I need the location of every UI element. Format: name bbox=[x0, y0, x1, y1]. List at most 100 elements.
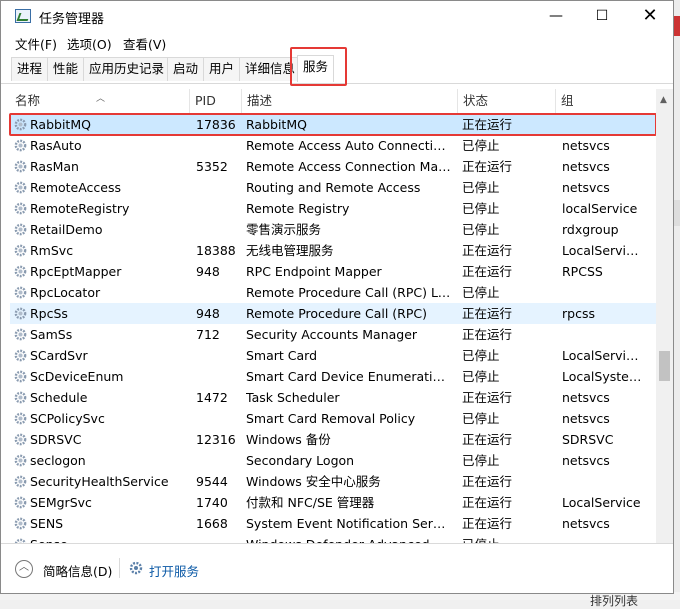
table-row[interactable]: RasMan 5352 Remote Access Connection Man..… bbox=[10, 156, 658, 177]
service-name: RpcEptMapper bbox=[14, 261, 189, 282]
title-bar[interactable]: 任务管理器 — ☐ ✕ bbox=[1, 1, 673, 31]
column-description[interactable]: 描述 bbox=[242, 89, 458, 113]
table-row[interactable]: RpcSs 948 Remote Procedure Call (RPC) 正在运行 r… bbox=[10, 303, 658, 324]
background-window-text: 排列列表 bbox=[590, 594, 639, 608]
table-row[interactable]: SDRSVC 12316 Windows 备份 正在运行 SDRSVC bbox=[10, 429, 658, 450]
service-status: 已停止 bbox=[462, 369, 500, 384]
table-row[interactable]: ScDeviceEnum Smart Card Device Enumeratio… bbox=[10, 366, 658, 387]
service-gear-icon bbox=[14, 285, 30, 300]
service-status: 正在运行 bbox=[462, 495, 513, 510]
service-pid bbox=[196, 177, 244, 198]
service-name: SecurityHealthService bbox=[14, 471, 189, 492]
service-name: SEMgrSvc bbox=[14, 492, 189, 513]
table-row[interactable]: RemoteRegistry Remote Registry 已停止 localSer… bbox=[10, 198, 658, 219]
table-row[interactable]: SEMgrSvc 1740 付款和 NFC/SE 管理器 正在运行 LocalServi… bbox=[10, 492, 658, 513]
tab-startup[interactable]: 启动 bbox=[167, 57, 205, 81]
table-row[interactable]: seclogon Secondary Logon 已停止 netsvcs bbox=[10, 450, 658, 471]
table-row[interactable]: RmSvc 18388 无线电管理服务 正在运行 LocalService... bbox=[10, 240, 658, 261]
footer-separator bbox=[119, 558, 120, 578]
tab-users[interactable]: 用户 bbox=[203, 57, 241, 81]
table-row[interactable]: SecurityHealthService 9544 Windows 安全中心服务 正… bbox=[10, 471, 658, 492]
service-name-text: RmSvc bbox=[30, 243, 74, 258]
minimize-button[interactable]: — bbox=[533, 1, 579, 31]
service-status: 正在运行 bbox=[462, 327, 513, 342]
table-row[interactable]: SENS 1668 System Event Notification Servic… bbox=[10, 513, 658, 534]
service-pid: 12316 bbox=[196, 432, 236, 447]
service-gear-icon bbox=[14, 390, 30, 405]
column-pid[interactable]: PID bbox=[190, 89, 242, 113]
service-group: rpcss bbox=[562, 306, 595, 321]
service-name: RetailDemo bbox=[14, 219, 189, 240]
service-name: SCardSvr bbox=[14, 345, 189, 366]
service-pid: 1740 bbox=[196, 495, 228, 510]
service-name-text: RpcSs bbox=[30, 306, 68, 321]
footer-bar: ︿ 简略信息(D) 打开服务 bbox=[1, 543, 673, 593]
service-gear-icon bbox=[14, 264, 30, 279]
service-name: SamSs bbox=[14, 324, 189, 345]
service-name: Schedule bbox=[14, 387, 189, 408]
service-status: 正在运行 bbox=[462, 306, 513, 321]
table-row[interactable]: RpcEptMapper 948 RPC Endpoint Mapper 正在运行 RP… bbox=[10, 261, 658, 282]
table-row[interactable]: Schedule 1472 Task Scheduler 正在运行 netsvcs bbox=[10, 387, 658, 408]
service-name-text: SENS bbox=[30, 516, 64, 531]
service-name-text: SecurityHealthService bbox=[30, 474, 169, 489]
service-name: RmSvc bbox=[14, 240, 189, 261]
scroll-up-icon[interactable]: ▲ bbox=[660, 95, 667, 105]
close-button[interactable]: ✕ bbox=[627, 1, 673, 31]
service-status: 正在运行 bbox=[462, 474, 513, 489]
menu-file[interactable]: 文件(F) bbox=[15, 34, 57, 53]
service-description: Secondary Logon bbox=[246, 453, 355, 468]
column-name[interactable]: 名称 ︿ bbox=[10, 89, 190, 113]
service-group: netsvcs bbox=[562, 516, 610, 531]
table-row[interactable]: SCardSvr Smart Card 已停止 LocalService... bbox=[10, 345, 658, 366]
service-status: 正在运行 bbox=[462, 243, 513, 258]
vertical-scrollbar[interactable]: ▲ bbox=[656, 89, 673, 543]
maximize-button[interactable]: ☐ bbox=[579, 1, 625, 31]
service-gear-icon bbox=[14, 348, 30, 363]
tab-performance[interactable]: 性能 bbox=[47, 57, 85, 81]
column-group[interactable]: 组 bbox=[556, 89, 658, 113]
service-gear-icon bbox=[14, 222, 30, 237]
service-group bbox=[562, 282, 642, 303]
open-services-link[interactable]: 打开服务 bbox=[149, 561, 199, 580]
table-row[interactable]: RpcLocator Remote Procedure Call (RPC) Lo… bbox=[10, 282, 658, 303]
service-name: SENS bbox=[14, 513, 189, 534]
collapse-icon[interactable]: ︿ bbox=[15, 560, 33, 578]
service-name-text: RemoteAccess bbox=[30, 180, 122, 195]
service-description: Remote Access Connection Man... bbox=[246, 159, 452, 174]
service-group: netsvcs bbox=[562, 180, 610, 195]
service-name-text: SCPolicySvc bbox=[30, 411, 105, 426]
tab-processes[interactable]: 进程 bbox=[11, 57, 49, 81]
service-pid bbox=[196, 408, 244, 429]
service-pid bbox=[196, 135, 244, 156]
service-name: seclogon bbox=[14, 450, 189, 471]
service-description: 无线电管理服务 bbox=[246, 243, 334, 258]
service-name-text: SCardSvr bbox=[30, 348, 88, 363]
menu-view[interactable]: 查看(V) bbox=[123, 34, 166, 53]
service-description: Remote Access Auto Connection ... bbox=[246, 138, 452, 153]
tab-app-history[interactable]: 应用历史记录 bbox=[83, 57, 171, 81]
task-manager-icon bbox=[15, 9, 31, 23]
service-name-text: SEMgrSvc bbox=[30, 495, 92, 510]
service-name: SDRSVC bbox=[14, 429, 189, 450]
service-pid: 1668 bbox=[196, 516, 228, 531]
table-row[interactable]: RasAuto Remote Access Auto Connection ...… bbox=[10, 135, 658, 156]
service-description: Smart Card Removal Policy bbox=[246, 411, 416, 426]
service-name-text: RetailDemo bbox=[30, 222, 103, 237]
brief-info-link[interactable]: 简略信息(D) bbox=[43, 561, 112, 580]
service-pid bbox=[196, 282, 244, 303]
service-gear-icon bbox=[14, 327, 30, 342]
menu-options[interactable]: 选项(O) bbox=[67, 34, 112, 53]
service-name-text: RasMan bbox=[30, 159, 79, 174]
scroll-thumb[interactable] bbox=[659, 351, 670, 381]
table-row[interactable]: RetailDemo 零售演示服务 已停止 rdxgroup bbox=[10, 219, 658, 240]
service-description: System Event Notification Service bbox=[246, 516, 452, 531]
table-row[interactable]: RemoteAccess Routing and Remote Access 已停止… bbox=[10, 177, 658, 198]
table-row[interactable]: SCPolicySvc Smart Card Removal Policy 已停止 n… bbox=[10, 408, 658, 429]
service-name: RemoteRegistry bbox=[14, 198, 189, 219]
service-group: LocalService... bbox=[562, 348, 642, 363]
service-name-text: RasAuto bbox=[30, 138, 82, 153]
column-status[interactable]: 状态 bbox=[458, 89, 556, 113]
table-row[interactable]: SamSs 712 Security Accounts Manager 正在运行 bbox=[10, 324, 658, 345]
service-group: rdxgroup bbox=[562, 222, 619, 237]
